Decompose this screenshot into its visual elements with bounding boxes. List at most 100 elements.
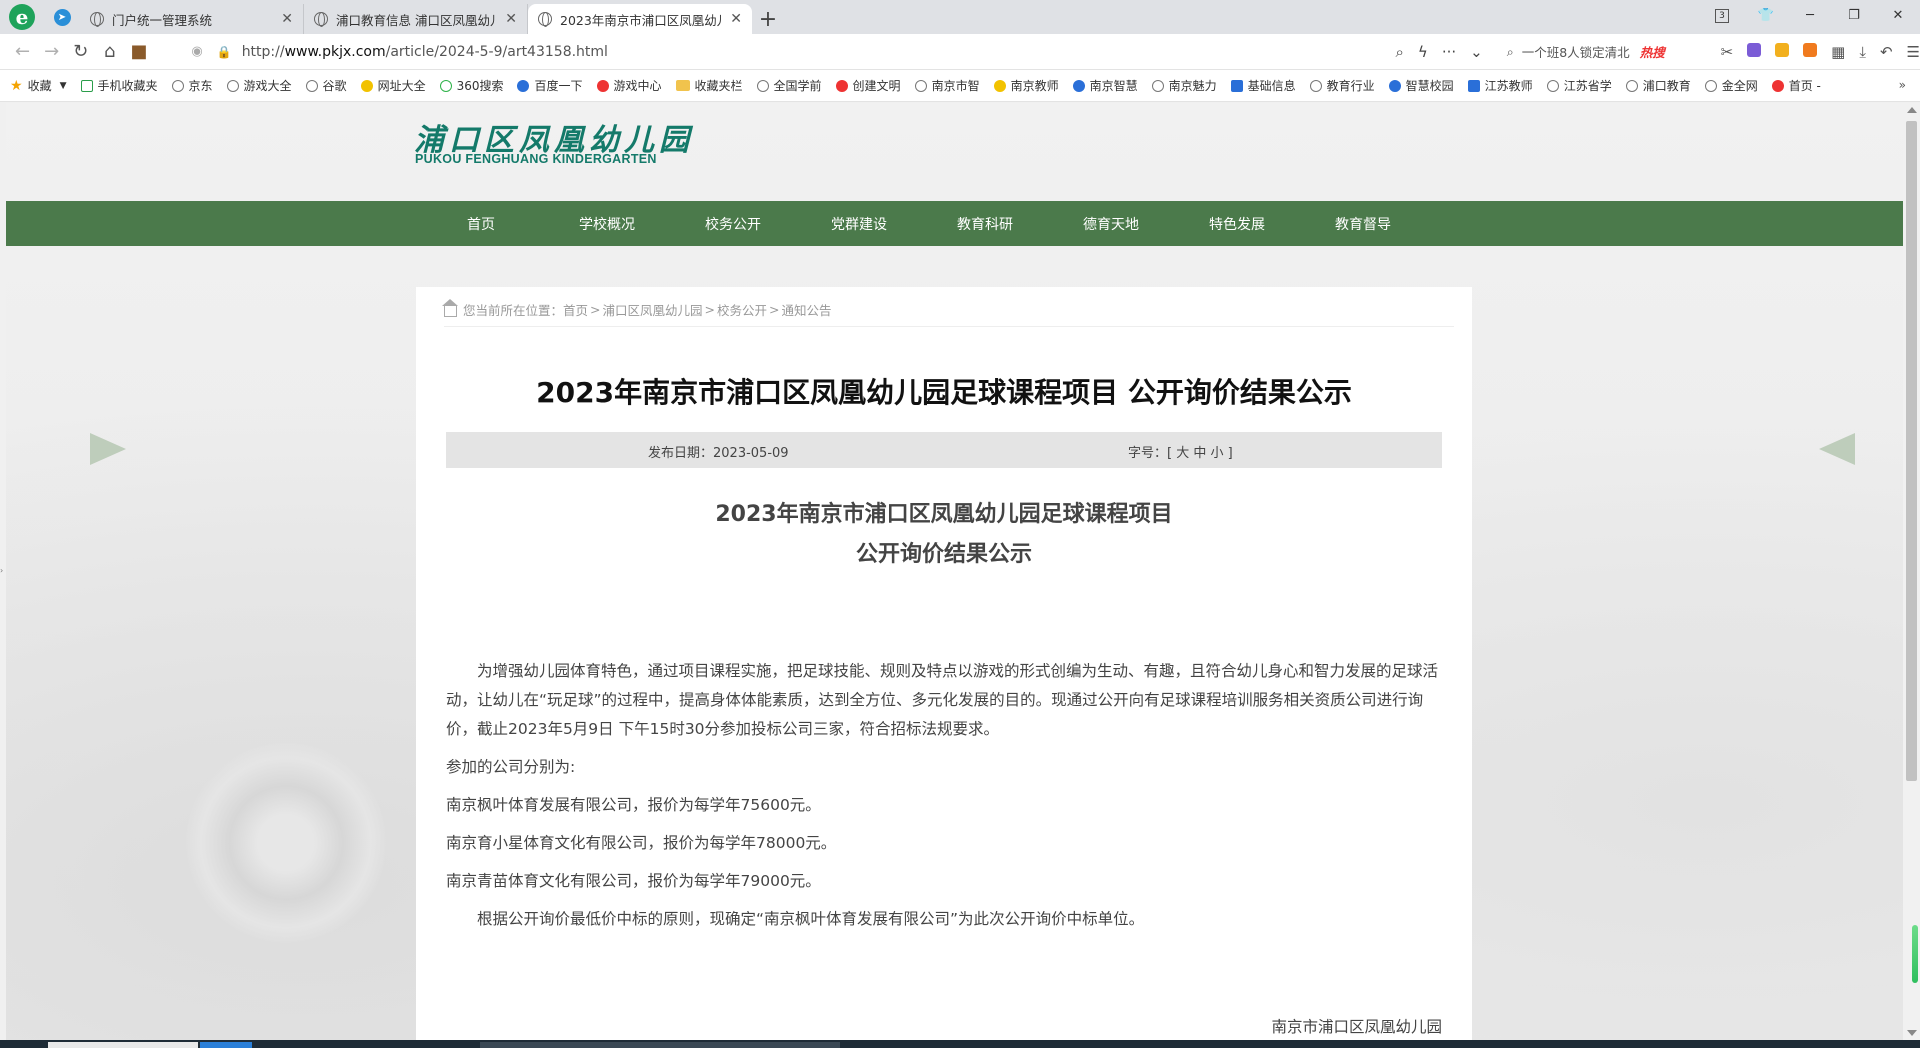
undo-icon[interactable]: ↶: [1880, 43, 1893, 61]
apps-grid-icon[interactable]: ▦: [1831, 43, 1845, 61]
search-box[interactable]: ⌕ 一个班8人锁定清北 热搜: [1507, 38, 1701, 66]
bookmark-item[interactable]: 游戏中心: [596, 77, 662, 94]
article-body: 为增强幼儿园体育特色，通过项目课程实施，把足球技能、规则及特点以游戏的形式创编为…: [446, 657, 1442, 943]
bookmark-item[interactable]: 百度一下: [517, 77, 583, 94]
bookmark-item[interactable]: 江苏教师: [1467, 77, 1533, 94]
bookmark-item[interactable]: 南京市智: [914, 77, 980, 94]
more-icon[interactable]: ···: [1442, 43, 1456, 61]
bookmark-item[interactable]: 教育行业: [1309, 77, 1375, 94]
close-window-button[interactable]: ✕: [1876, 8, 1920, 23]
os-taskbar: [0, 1040, 1920, 1048]
tab-portal[interactable]: 门户统一管理系统 ✕: [80, 4, 304, 34]
nav-research[interactable]: 教育科研: [922, 214, 1048, 234]
bidder-item: 南京育小星体育文化有限公司，报价为每学年78000元。: [446, 834, 837, 852]
tab-pukou-education[interactable]: 浦口教育信息 浦口区凤凰幼儿 ✕: [304, 4, 528, 34]
bookmarks-overflow-icon[interactable]: »: [1899, 78, 1906, 92]
new-tab-button[interactable]: +: [752, 4, 784, 34]
back-button[interactable]: ←: [8, 41, 37, 62]
bookmark-item[interactable]: 首页 -: [1771, 77, 1821, 94]
nav-home[interactable]: 首页: [418, 214, 544, 234]
bookmark-item[interactable]: 谷歌: [305, 77, 347, 94]
breadcrumb-school-affairs[interactable]: 校务公开: [717, 300, 767, 319]
browser-logo[interactable]: e: [0, 0, 44, 34]
scroll-down-arrow[interactable]: [1907, 1030, 1917, 1036]
nav-supervision[interactable]: 教育督导: [1300, 214, 1426, 234]
menu-icon[interactable]: ☰: [1907, 43, 1920, 61]
taskbar-app[interactable]: [480, 1042, 840, 1048]
site-logo-icon: [1388, 79, 1401, 92]
bookmark-item[interactable]: 京东: [171, 77, 213, 94]
skin-icon[interactable]: 👕: [1744, 8, 1788, 23]
bookmark-item[interactable]: 360搜索: [439, 77, 503, 94]
close-tab-icon[interactable]: ✕: [281, 11, 293, 27]
download-icon[interactable]: ⤓: [1859, 43, 1866, 61]
site-logo-icon: [1771, 79, 1784, 92]
nav-party-building[interactable]: 党群建设: [796, 214, 922, 234]
bookmark-item[interactable]: 南京智慧: [1072, 77, 1138, 94]
site-info-icon[interactable]: ◉: [191, 44, 202, 59]
shield-icon[interactable]: [1775, 42, 1790, 57]
breadcrumb: 您当前所在位置： 首页 > 浦口区凤凰幼儿园 > 校务公开 > 通知公告: [442, 299, 1454, 327]
reload-button[interactable]: ↻: [66, 41, 95, 62]
bookmark-item[interactable]: 江苏省学: [1546, 77, 1612, 94]
toolbox-icon[interactable]: ■: [124, 41, 153, 62]
forward-button[interactable]: →: [37, 41, 66, 62]
scroll-up-arrow[interactable]: [1907, 107, 1917, 113]
tab-current-article[interactable]: 2023年南京市浦口区凤凰幼儿 ✕: [528, 4, 752, 34]
bookmark-item[interactable]: 浦口教育: [1625, 77, 1691, 94]
globe-icon: [1151, 79, 1164, 92]
chevron-down-icon[interactable]: ⌄: [1470, 43, 1483, 61]
side-widget-handle[interactable]: [1912, 925, 1918, 983]
bookmark-item[interactable]: 基础信息: [1230, 77, 1296, 94]
restore-button[interactable]: ❐: [1832, 8, 1876, 23]
translate-icon[interactable]: [1747, 42, 1762, 57]
bookmark-item[interactable]: 金全网: [1704, 77, 1758, 94]
bookmark-item[interactable]: 全国学前: [756, 77, 822, 94]
bookmark-item[interactable]: 南京魅力: [1151, 77, 1217, 94]
baidu-icon: [517, 79, 530, 92]
close-tab-icon[interactable]: ✕: [730, 11, 742, 27]
bookmark-item[interactable]: 收藏夹栏: [675, 77, 743, 94]
game-center-icon: [596, 79, 609, 92]
bookmark-item[interactable]: 智慧校园: [1388, 77, 1454, 94]
nav-school-affairs[interactable]: 校务公开: [670, 214, 796, 234]
url-field[interactable]: ◉ 🔒 http://www.pkjx.com/article/2024-5-9…: [183, 37, 1396, 66]
scissors-icon[interactable]: ✂: [1721, 43, 1734, 61]
bookmark-item[interactable]: 游戏大全: [226, 77, 292, 94]
pinned-tab[interactable]: ➤: [44, 0, 80, 34]
globe-icon: [756, 79, 769, 92]
site-logo-icon: [1467, 79, 1480, 92]
bookmark-item[interactable]: 手机收藏夹: [80, 77, 158, 94]
nav-moral-education[interactable]: 德育天地: [1048, 214, 1174, 234]
home-button[interactable]: ⌂: [95, 41, 124, 62]
page-scrollbar[interactable]: [1903, 103, 1920, 1040]
tab-count-button[interactable]: 3: [1700, 7, 1744, 23]
close-tab-icon[interactable]: ✕: [505, 11, 517, 27]
hot-search-badge[interactable]: 热搜: [1640, 42, 1665, 61]
bookmark-item[interactable]: ★ 收藏 ▼: [10, 77, 67, 94]
scroll-thumb[interactable]: [1906, 121, 1917, 781]
game-icon[interactable]: [1803, 42, 1818, 57]
taskbar-app[interactable]: [200, 1042, 252, 1048]
insecure-icon[interactable]: 🔒: [217, 45, 232, 59]
nav-school-overview[interactable]: 学校概况: [544, 214, 670, 234]
site-logo-icon: [993, 79, 1006, 92]
bookmark-item[interactable]: 创建文明: [835, 77, 901, 94]
nav-featured-development[interactable]: 特色发展: [1174, 214, 1300, 234]
lightning-icon[interactable]: ϟ: [1418, 43, 1428, 61]
minimize-button[interactable]: ─: [1788, 8, 1832, 23]
bookmark-item[interactable]: 南京教师: [993, 77, 1059, 94]
taskbar-search[interactable]: [48, 1042, 198, 1048]
body-paragraph: 参加的公司分别为:: [446, 758, 576, 776]
font-size-switcher[interactable]: 字号：[ 大 中 小 ]: [1128, 442, 1233, 461]
zoom-search-icon[interactable]: ⌕: [1396, 43, 1404, 61]
sidebar-toggle-icon[interactable]: ›: [0, 566, 3, 575]
globe-icon: [90, 12, 104, 27]
breadcrumb-home[interactable]: 首页: [563, 300, 588, 319]
breadcrumb-notices[interactable]: 通知公告: [782, 300, 832, 319]
breadcrumb-kindergarten[interactable]: 浦口区凤凰幼儿园: [603, 300, 703, 319]
tab-title: 浦口教育信息 浦口区凤凰幼儿: [336, 12, 498, 28]
tab-title: 门户统一管理系统: [112, 12, 213, 28]
window-controls: 3 👕 ─ ❐ ✕: [1700, 0, 1920, 30]
bookmark-item[interactable]: 网址大全: [360, 77, 426, 94]
